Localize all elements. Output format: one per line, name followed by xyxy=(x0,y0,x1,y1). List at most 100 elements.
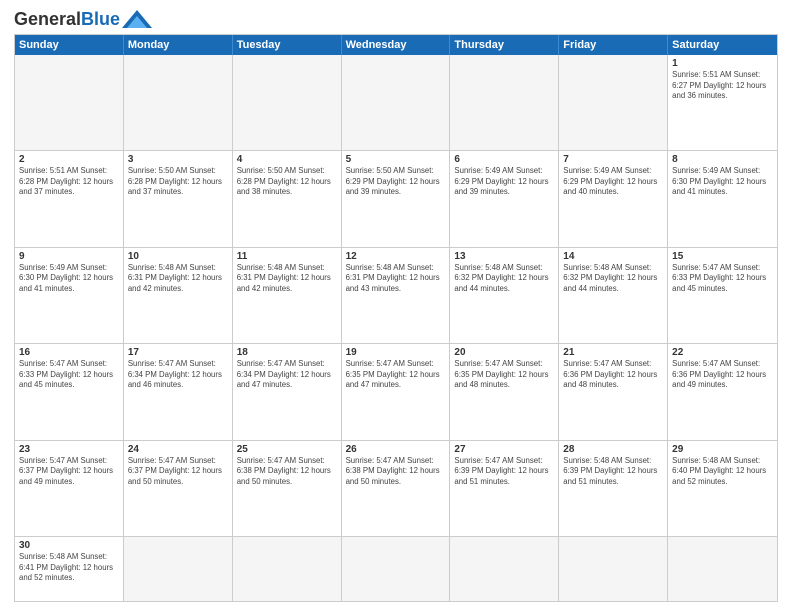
cell-1-2: 4Sunrise: 5:50 AM Sunset: 6:28 PM Daylig… xyxy=(233,151,342,246)
day-info-3-4: Sunrise: 5:47 AM Sunset: 6:35 PM Dayligh… xyxy=(454,359,554,391)
day-info-2-2: Sunrise: 5:48 AM Sunset: 6:31 PM Dayligh… xyxy=(237,263,337,295)
day-num-5-0: 30 xyxy=(19,540,119,551)
day-info-1-5: Sunrise: 5:49 AM Sunset: 6:29 PM Dayligh… xyxy=(563,166,663,198)
cell-5-3 xyxy=(342,537,451,601)
day-info-1-3: Sunrise: 5:50 AM Sunset: 6:29 PM Dayligh… xyxy=(346,166,446,198)
day-info-0-6: Sunrise: 5:51 AM Sunset: 6:27 PM Dayligh… xyxy=(672,70,773,102)
day-num-1-1: 3 xyxy=(128,154,228,165)
day-info-2-6: Sunrise: 5:47 AM Sunset: 6:33 PM Dayligh… xyxy=(672,263,773,295)
logo-general: General xyxy=(14,9,81,29)
cell-4-0: 23Sunrise: 5:47 AM Sunset: 6:37 PM Dayli… xyxy=(15,441,124,536)
cell-1-0: 2Sunrise: 5:51 AM Sunset: 6:28 PM Daylig… xyxy=(15,151,124,246)
day-info-4-5: Sunrise: 5:48 AM Sunset: 6:39 PM Dayligh… xyxy=(563,456,663,488)
day-num-1-0: 2 xyxy=(19,154,119,165)
week-row-2: 9Sunrise: 5:49 AM Sunset: 6:30 PM Daylig… xyxy=(15,247,777,343)
day-num-2-1: 10 xyxy=(128,251,228,262)
cell-1-4: 6Sunrise: 5:49 AM Sunset: 6:29 PM Daylig… xyxy=(450,151,559,246)
day-num-3-2: 18 xyxy=(237,347,337,358)
day-num-1-6: 8 xyxy=(672,154,773,165)
week-row-3: 16Sunrise: 5:47 AM Sunset: 6:33 PM Dayli… xyxy=(15,343,777,439)
cell-4-4: 27Sunrise: 5:47 AM Sunset: 6:39 PM Dayli… xyxy=(450,441,559,536)
day-num-3-0: 16 xyxy=(19,347,119,358)
day-num-1-2: 4 xyxy=(237,154,337,165)
day-num-1-4: 6 xyxy=(454,154,554,165)
day-num-4-2: 25 xyxy=(237,444,337,455)
day-info-4-0: Sunrise: 5:47 AM Sunset: 6:37 PM Dayligh… xyxy=(19,456,119,488)
header-monday: Monday xyxy=(124,35,233,55)
cell-1-5: 7Sunrise: 5:49 AM Sunset: 6:29 PM Daylig… xyxy=(559,151,668,246)
day-num-3-1: 17 xyxy=(128,347,228,358)
calendar: Sunday Monday Tuesday Wednesday Thursday… xyxy=(14,34,778,602)
day-info-2-1: Sunrise: 5:48 AM Sunset: 6:31 PM Dayligh… xyxy=(128,263,228,295)
day-num-4-4: 27 xyxy=(454,444,554,455)
day-num-3-5: 21 xyxy=(563,347,663,358)
header-tuesday: Tuesday xyxy=(233,35,342,55)
cell-3-6: 22Sunrise: 5:47 AM Sunset: 6:36 PM Dayli… xyxy=(668,344,777,439)
cell-3-1: 17Sunrise: 5:47 AM Sunset: 6:34 PM Dayli… xyxy=(124,344,233,439)
day-num-2-6: 15 xyxy=(672,251,773,262)
cell-2-3: 12Sunrise: 5:48 AM Sunset: 6:31 PM Dayli… xyxy=(342,248,451,343)
day-info-4-3: Sunrise: 5:47 AM Sunset: 6:38 PM Dayligh… xyxy=(346,456,446,488)
week-row-1: 2Sunrise: 5:51 AM Sunset: 6:28 PM Daylig… xyxy=(15,150,777,246)
day-info-3-1: Sunrise: 5:47 AM Sunset: 6:34 PM Dayligh… xyxy=(128,359,228,391)
cell-0-6: 1Sunrise: 5:51 AM Sunset: 6:27 PM Daylig… xyxy=(668,55,777,150)
logo-icon xyxy=(122,10,152,28)
day-info-2-4: Sunrise: 5:48 AM Sunset: 6:32 PM Dayligh… xyxy=(454,263,554,295)
header-friday: Friday xyxy=(559,35,668,55)
day-num-4-1: 24 xyxy=(128,444,228,455)
cell-4-3: 26Sunrise: 5:47 AM Sunset: 6:38 PM Dayli… xyxy=(342,441,451,536)
day-num-3-6: 22 xyxy=(672,347,773,358)
cell-5-2 xyxy=(233,537,342,601)
calendar-body: 1Sunrise: 5:51 AM Sunset: 6:27 PM Daylig… xyxy=(15,55,777,601)
cell-5-0: 30Sunrise: 5:48 AM Sunset: 6:41 PM Dayli… xyxy=(15,537,124,601)
day-num-1-3: 5 xyxy=(346,154,446,165)
cell-0-1 xyxy=(124,55,233,150)
cell-2-6: 15Sunrise: 5:47 AM Sunset: 6:33 PM Dayli… xyxy=(668,248,777,343)
cell-3-4: 20Sunrise: 5:47 AM Sunset: 6:35 PM Dayli… xyxy=(450,344,559,439)
day-info-4-4: Sunrise: 5:47 AM Sunset: 6:39 PM Dayligh… xyxy=(454,456,554,488)
logo-area: GeneralBlue xyxy=(14,10,152,28)
day-info-3-6: Sunrise: 5:47 AM Sunset: 6:36 PM Dayligh… xyxy=(672,359,773,391)
cell-4-1: 24Sunrise: 5:47 AM Sunset: 6:37 PM Dayli… xyxy=(124,441,233,536)
day-num-3-4: 20 xyxy=(454,347,554,358)
day-info-1-1: Sunrise: 5:50 AM Sunset: 6:28 PM Dayligh… xyxy=(128,166,228,198)
week-row-0: 1Sunrise: 5:51 AM Sunset: 6:27 PM Daylig… xyxy=(15,55,777,150)
day-num-4-0: 23 xyxy=(19,444,119,455)
header-wednesday: Wednesday xyxy=(342,35,451,55)
day-num-2-4: 13 xyxy=(454,251,554,262)
cell-2-2: 11Sunrise: 5:48 AM Sunset: 6:31 PM Dayli… xyxy=(233,248,342,343)
day-num-0-6: 1 xyxy=(672,58,773,69)
cell-2-1: 10Sunrise: 5:48 AM Sunset: 6:31 PM Dayli… xyxy=(124,248,233,343)
cell-0-5 xyxy=(559,55,668,150)
day-info-4-2: Sunrise: 5:47 AM Sunset: 6:38 PM Dayligh… xyxy=(237,456,337,488)
cell-3-0: 16Sunrise: 5:47 AM Sunset: 6:33 PM Dayli… xyxy=(15,344,124,439)
day-info-5-0: Sunrise: 5:48 AM Sunset: 6:41 PM Dayligh… xyxy=(19,552,119,584)
cell-0-2 xyxy=(233,55,342,150)
cell-2-5: 14Sunrise: 5:48 AM Sunset: 6:32 PM Dayli… xyxy=(559,248,668,343)
day-info-3-2: Sunrise: 5:47 AM Sunset: 6:34 PM Dayligh… xyxy=(237,359,337,391)
day-num-4-5: 28 xyxy=(563,444,663,455)
cell-1-1: 3Sunrise: 5:50 AM Sunset: 6:28 PM Daylig… xyxy=(124,151,233,246)
cell-2-4: 13Sunrise: 5:48 AM Sunset: 6:32 PM Dayli… xyxy=(450,248,559,343)
cell-3-2: 18Sunrise: 5:47 AM Sunset: 6:34 PM Dayli… xyxy=(233,344,342,439)
day-info-3-3: Sunrise: 5:47 AM Sunset: 6:35 PM Dayligh… xyxy=(346,359,446,391)
day-info-1-6: Sunrise: 5:49 AM Sunset: 6:30 PM Dayligh… xyxy=(672,166,773,198)
day-info-2-3: Sunrise: 5:48 AM Sunset: 6:31 PM Dayligh… xyxy=(346,263,446,295)
cell-1-6: 8Sunrise: 5:49 AM Sunset: 6:30 PM Daylig… xyxy=(668,151,777,246)
day-num-2-5: 14 xyxy=(563,251,663,262)
cell-4-6: 29Sunrise: 5:48 AM Sunset: 6:40 PM Dayli… xyxy=(668,441,777,536)
day-num-2-0: 9 xyxy=(19,251,119,262)
cell-0-3 xyxy=(342,55,451,150)
day-num-1-5: 7 xyxy=(563,154,663,165)
header-sunday: Sunday xyxy=(15,35,124,55)
cell-5-1 xyxy=(124,537,233,601)
day-info-2-0: Sunrise: 5:49 AM Sunset: 6:30 PM Dayligh… xyxy=(19,263,119,295)
cell-5-5 xyxy=(559,537,668,601)
logo-blue: Blue xyxy=(81,9,120,29)
week-row-4: 23Sunrise: 5:47 AM Sunset: 6:37 PM Dayli… xyxy=(15,440,777,536)
cell-0-0 xyxy=(15,55,124,150)
cell-4-2: 25Sunrise: 5:47 AM Sunset: 6:38 PM Dayli… xyxy=(233,441,342,536)
cell-4-5: 28Sunrise: 5:48 AM Sunset: 6:39 PM Dayli… xyxy=(559,441,668,536)
calendar-header: Sunday Monday Tuesday Wednesday Thursday… xyxy=(15,35,777,55)
day-info-1-0: Sunrise: 5:51 AM Sunset: 6:28 PM Dayligh… xyxy=(19,166,119,198)
